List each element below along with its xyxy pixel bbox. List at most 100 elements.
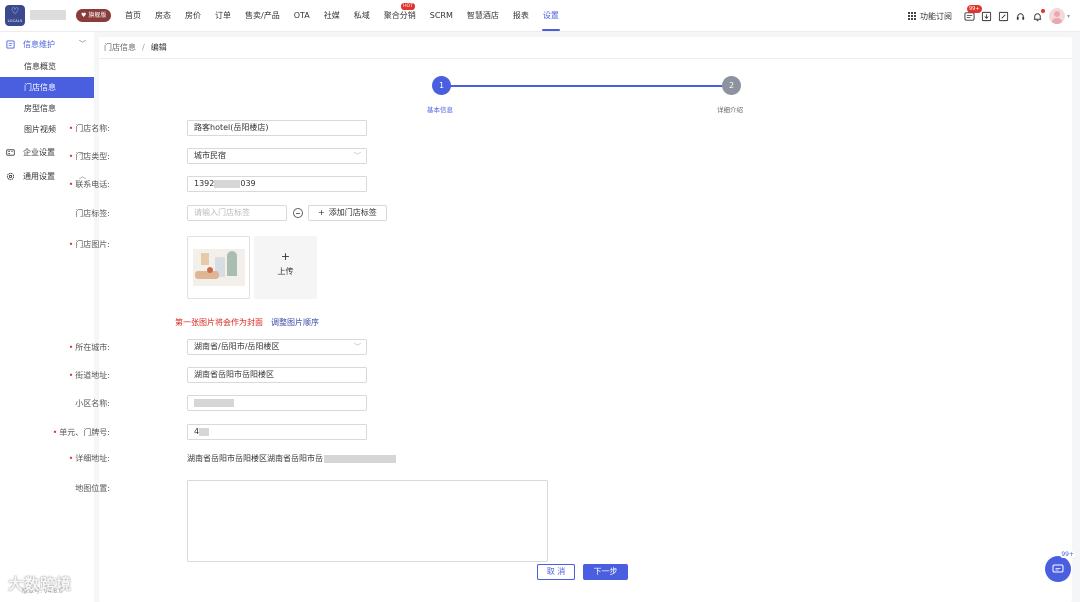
adjust-order-link[interactable]: 调整图片顺序 [271,318,319,327]
nav-item-label: 聚合分销 [383,11,416,20]
avatar[interactable] [1048,8,1065,24]
message-icon[interactable]: 99+ [964,4,982,22]
nav-item-label: 设置 [542,11,559,20]
store-type-select[interactable]: 城市民宿 ﹀ [187,148,367,164]
step-2-label: 详细介绍 [717,106,743,114]
chat-count-badge: 99+ [1060,551,1075,558]
sidebar-item-1[interactable]: 门店信息 [0,77,94,98]
community-input[interactable] [187,395,367,411]
nav-item-label: OTA [293,11,310,20]
phone-value-end: 039 [240,179,256,188]
chevron-down-icon[interactable]: ▾ [1067,13,1070,20]
step-indicator: 1 2 基本信息 详细介绍 [99,76,1072,116]
grid-icon [907,12,916,20]
tags-label: 门店标签: [75,209,110,218]
plus-icon: + [318,208,325,217]
nav-item-6[interactable]: 社媒 [317,0,347,32]
store-name-row: • 门店名称: 路客hotel(岳阳楼店) [69,120,999,136]
bell-icon[interactable] [1032,8,1045,22]
nav-item-10[interactable]: 智慧酒店 [460,0,506,32]
community-label: 小区名称: [75,399,110,408]
nav-item-1[interactable]: 房态 [148,0,178,32]
chevron-down-icon: ﹀ [354,152,361,160]
detail-address-value: 湖南省岳阳市岳阳楼区湖南省岳阳市岳 [187,453,396,464]
sidebar-item-2[interactable]: 房型信息 [0,98,94,119]
nav-item-label: 售卖/产品 [245,11,280,20]
nav-item-4[interactable]: 售卖/产品 [238,0,287,32]
street-row: • 街道地址: 湖南省岳阳市岳阳楼区 [69,367,999,383]
phone-input[interactable]: 1392 039 [187,176,367,192]
sidebar-group-0[interactable]: 信息维护 ﹀ [0,32,94,56]
cancel-button[interactable]: 取 消 [537,564,575,580]
store-type-row: • 门店类型: 城市民宿 ﹀ [69,148,999,164]
hotel-name-redacted [30,10,66,20]
sidebar: 信息维护 ﹀ 信息概览 门店信息 房型信息 图片视频 企业设置 ︿ 通用设置 ︿ 版本号: v4.… [0,32,94,602]
city-value: 湖南省/岳阳市/岳阳楼区 [194,342,280,351]
breadcrumb-parent[interactable]: 门店信息 [104,43,136,52]
upload-button[interactable]: + 上传 [254,236,317,299]
step-connector [448,85,731,87]
nav-item-label: 首页 [125,11,141,20]
chevron-down-icon: ﹀ [354,343,361,351]
breadcrumb-current: 编辑 [150,43,167,52]
plus-icon: + [280,250,291,263]
unit-label: • 单元、门牌号: [52,428,110,437]
download-icon[interactable] [981,11,992,22]
nav-item-8[interactable]: 聚合分销 HOT [377,0,423,32]
sidebar-item-0[interactable]: 信息概览 [0,56,94,77]
unit-redacted [199,427,210,436]
settings-icon [6,172,15,181]
cover-note: 第一张图片将会作为封面 调整图片顺序 [175,317,319,328]
logo[interactable]: ♡ LOCALS [5,5,25,26]
nav-item-5[interactable]: OTA [287,0,317,32]
diamond-icon: ♥ [81,12,87,19]
tags-input[interactable]: 请输入门店标签 [187,205,287,221]
flagship-badge: ♥ 旗舰版 [76,9,112,22]
nav-item-0[interactable]: 首页 [118,0,148,32]
sidebar-group-label: 信息维护 [23,39,55,49]
map-row: 地图位置: [75,480,999,562]
func-subscribe-button[interactable]: 功能订阅 [907,11,952,22]
detail-address-label: • 详细地址: [68,454,110,463]
edit-icon[interactable] [998,11,1009,22]
store-image-thumbnail[interactable] [187,236,250,299]
nav-item-12[interactable]: 设置 [536,0,566,32]
step-1-label: 基本信息 [427,106,453,114]
nav-item-label: 社媒 [323,11,340,20]
nav-item-label: SCRM [429,11,453,20]
store-name-input[interactable]: 路客hotel(岳阳楼店) [187,120,367,136]
step-2-circle: 2 [722,76,741,95]
chat-button[interactable]: 99+ [1045,551,1075,582]
city-select[interactable]: 湖南省/岳阳市/岳阳楼区 ﹀ [187,339,367,355]
notification-dot [1040,8,1045,13]
add-tag-label: 添加门店标签 [328,208,377,217]
street-input[interactable]: 湖南省岳阳市岳阳楼区 [187,367,367,383]
chat-icon [1052,564,1064,573]
nav-item-11[interactable]: 报表 [506,0,536,32]
community-redacted [194,398,234,407]
nav-item-label: 订单 [215,11,231,20]
detail-address-redacted [324,454,396,463]
headset-icon[interactable] [1015,11,1026,22]
message-count-badge: 99+ [966,4,982,13]
images-label: • 门店图片: [68,240,110,249]
add-tag-button[interactable]: + 添加门店标签 [308,205,387,221]
nav-item-label: 房价 [185,11,201,20]
nav-item-label: 房态 [155,11,171,20]
city-label: • 所在城市: [68,343,110,352]
next-button[interactable]: 下一步 [583,564,628,580]
main-nav: 首页 房态 房价 订单 售卖/产品 OTA 社媒 私域 聚合分销 HOT SCRM 智慧酒店 报表 设置 [118,0,566,32]
map-container[interactable] [187,480,548,562]
unit-input[interactable]: 4 [187,424,367,440]
store-name-label: • 门店名称: [68,124,110,133]
room-photo [193,249,245,286]
minus-circle-icon[interactable] [293,208,303,218]
nav-item-9[interactable]: SCRM [423,0,460,32]
community-row: 小区名称: [75,395,999,411]
nav-item-3[interactable]: 订单 [208,0,238,32]
enterprise-icon [6,148,15,157]
nav-item-7[interactable]: 私域 [347,0,377,32]
nav-item-2[interactable]: 房价 [178,0,208,32]
logo-text: LOCALS [7,19,23,23]
phone-value-start: 1392 [194,179,215,188]
